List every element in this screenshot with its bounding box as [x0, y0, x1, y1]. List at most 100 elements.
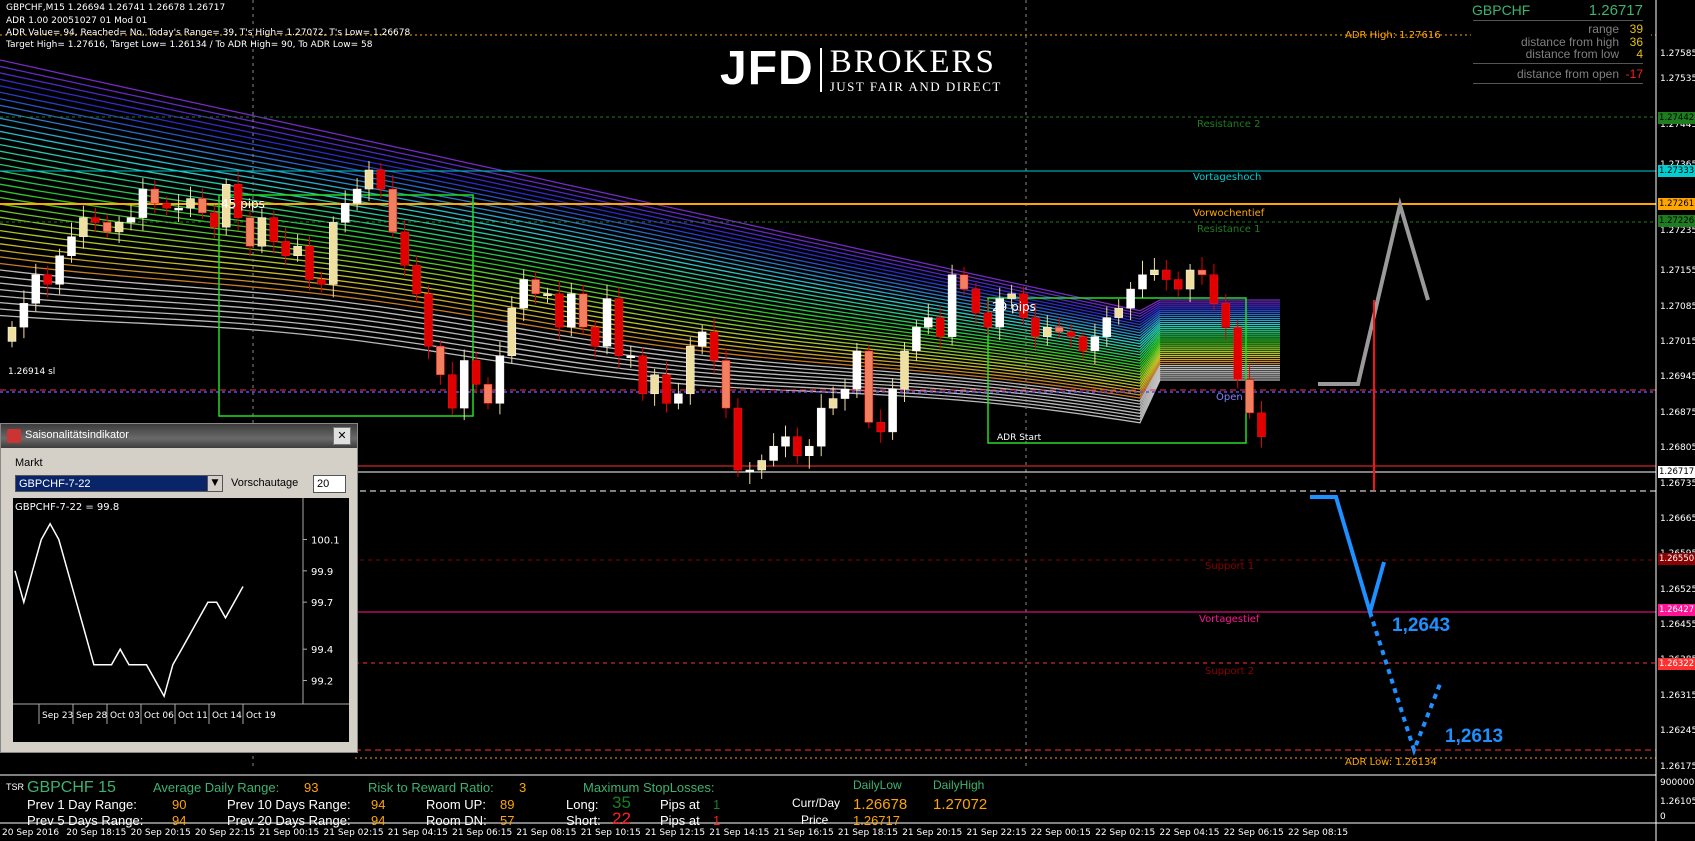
candle-body [19, 303, 29, 328]
candle-body [650, 374, 659, 395]
seasonal-x-tick-label: Oct 06 [144, 711, 174, 721]
bp-prev10-label: Prev 10 Days Range: [227, 797, 351, 812]
candle-body [55, 255, 64, 285]
subwindow-tick-label: 9000000 [1660, 778, 1695, 788]
candle-body [507, 307, 517, 356]
bp-prev10-value: 94 [371, 797, 386, 812]
seasonal-indicator-window[interactable]: Saisonalitätsindikator ✕ Markt GBPCHF-7-… [0, 423, 358, 753]
candle-body [67, 236, 76, 256]
price-tick-label: 1.26105 [1660, 797, 1695, 807]
bp-adr-value: 93 [304, 780, 319, 795]
candle-body [947, 274, 957, 337]
info-box: GBPCHF 1.26717 range 39 distance from hig… [1471, 0, 1651, 108]
info-label-open: distance from open [1516, 67, 1619, 81]
bp-pipsat1-value: 1 [713, 797, 721, 812]
time-tick-label: 21 Sep 22:15 [966, 828, 1027, 838]
bp-roomup-label: Room UP: [426, 797, 486, 812]
bp-pipsat1-label: Pips at [660, 797, 700, 812]
candle-body [674, 393, 683, 404]
candle-body [31, 274, 41, 304]
bp-price-label: Price [801, 813, 829, 827]
candle-body [1209, 274, 1219, 304]
projection-down-line [1310, 495, 1386, 620]
price-axis[interactable]: 1.275851.275351.274451.273651.272351.271… [1656, 0, 1695, 841]
candle-body [864, 350, 874, 423]
candle-body [543, 293, 552, 297]
candle-body [495, 355, 505, 404]
logo-separator [819, 48, 822, 92]
candle-body [1126, 288, 1135, 309]
market-select[interactable]: GBPCHF-7-22 [15, 475, 222, 492]
candle-body [1233, 326, 1242, 380]
price-box-vorwochentief: 1.27261 [1658, 198, 1695, 210]
time-tick-label: 21 Sep 18:15 [837, 828, 898, 838]
days-input[interactable]: 20 [313, 475, 346, 493]
bp-roomdn-label: Room DN: [426, 813, 487, 828]
candle-body [1245, 379, 1254, 414]
bp-pipsat2-label: Pips at [660, 813, 700, 828]
candle-body [959, 274, 969, 290]
candle-body [198, 198, 207, 214]
candle-body [459, 360, 469, 409]
candle-body [983, 312, 993, 328]
logo-main: JFD [720, 42, 814, 95]
time-tick-label: 20 Sep 2016 [2, 828, 60, 838]
chevron-down-icon[interactable]: ▼ [207, 475, 223, 492]
bp-short-label: Short: [566, 813, 601, 828]
info-label-range: range [1588, 22, 1619, 36]
bp-dailyhigh-value: 1.27072 [933, 796, 988, 813]
time-tick-label: 21 Sep 12:15 [645, 828, 706, 838]
candle-body [471, 360, 481, 385]
candle-body [1102, 317, 1112, 337]
bp-prev20-label: Prev 20 Days Range: [227, 813, 351, 828]
seasonal-y-tick-label: 99.7 [311, 598, 333, 609]
vortageshoch-label: Vortageshoch [1193, 172, 1262, 183]
candle-body [340, 203, 350, 223]
candle-body [555, 293, 564, 328]
time-tick-label: 21 Sep 10:15 [580, 828, 641, 838]
time-tick-label: 21 Sep 08:15 [516, 828, 577, 838]
time-tick-label: 21 Sep 20:15 [902, 828, 963, 838]
candle-body [1043, 326, 1052, 337]
info-divider-2 [1473, 63, 1643, 64]
time-tick-label: 22 Sep 06:15 [1223, 828, 1284, 838]
candle-body [317, 279, 326, 285]
candle-body [531, 279, 540, 295]
time-tick-label: 20 Sep 22:15 [194, 828, 255, 838]
header-ohlc: GBPCHF,M15 1.26694 1.26741 1.26678 1.267… [6, 3, 226, 13]
seasonal-y-tick-label: 99.4 [311, 645, 333, 656]
time-tick-label: 22 Sep 04:15 [1159, 828, 1220, 838]
header-target: Target High= 1.27616, Target Low= 1.2613… [6, 40, 373, 50]
bp-roomup-value: 89 [500, 797, 515, 812]
time-tick-label: 22 Sep 08:15 [1288, 828, 1349, 838]
seasonal-plot: GBPCHF-7-22 = 99.8 100.1 99.9 99.7 99.4 99.2 S… [13, 498, 349, 742]
pips-45-label: 45 pips [221, 197, 265, 211]
candle-body [305, 245, 314, 280]
price-box-vortagestief: 1.26427 [1658, 604, 1695, 616]
ma-ribbon-line [0, 183, 1280, 364]
info-value-range: 39 [1629, 22, 1643, 36]
window-titlebar[interactable]: Saisonalitätsindikator ✕ [1, 424, 357, 448]
projection-lines [1310, 197, 1442, 756]
candle-body [43, 274, 52, 285]
seasonal-y-tick-label: 100.1 [311, 536, 340, 547]
candle-body [114, 222, 124, 233]
time-tick-label: 20 Sep 18:15 [66, 828, 127, 838]
chart-window[interactable]: GBPCHF,M15 1.26694 1.26741 1.26678 1.267… [0, 0, 1695, 841]
app-icon [7, 429, 21, 443]
candle-body [519, 279, 528, 309]
candle-body [876, 422, 885, 433]
candle-body [186, 198, 195, 209]
time-tick-label: 22 Sep 00:15 [1030, 828, 1091, 838]
price-tick-label: 1.26805 [1660, 443, 1695, 454]
candle-body [388, 188, 398, 233]
bp-roomdn-value: 57 [500, 813, 515, 828]
close-button[interactable]: ✕ [333, 427, 351, 445]
candle-body [1173, 279, 1183, 290]
time-tick-label: 21 Sep 02:15 [323, 828, 384, 838]
header-adr-value: ADR Value= 94, Reached= No, Today's Rang… [6, 28, 411, 38]
tsr-label: TSR [6, 782, 24, 792]
price-tick-label: 1.26455 [1660, 620, 1695, 631]
time-tick-label: 22 Sep 02:15 [1095, 828, 1156, 838]
candle-body [1114, 307, 1123, 318]
